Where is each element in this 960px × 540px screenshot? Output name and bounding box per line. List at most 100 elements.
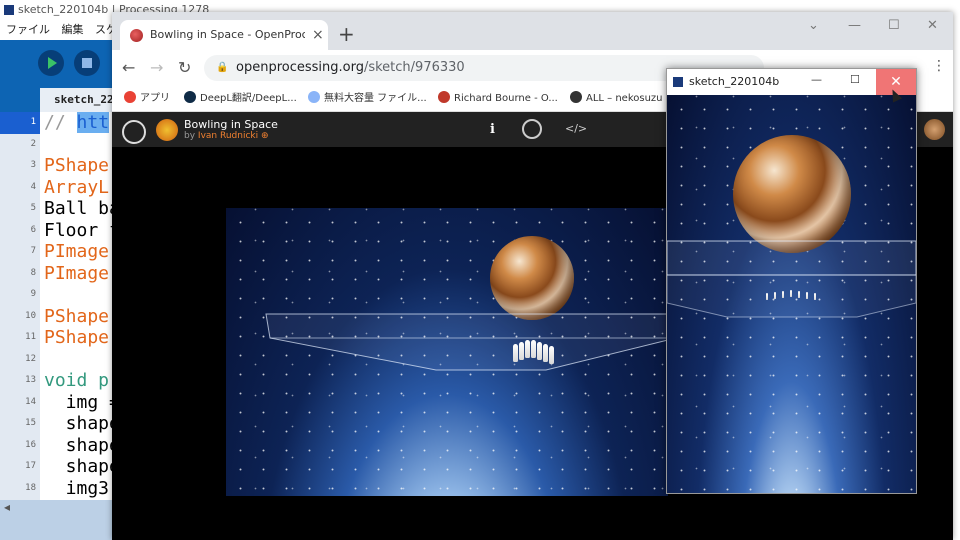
tab-strip: Bowling in Space - OpenProcessing × + ⌄ …	[112, 12, 953, 50]
author-link[interactable]: Ivan Rudnicki	[198, 131, 258, 141]
bookmark-item[interactable]: Richard Bourne - O...	[438, 86, 558, 112]
lock-icon[interactable]: 🔒	[216, 62, 228, 73]
line-number: 12	[25, 353, 36, 364]
bowling-pin	[525, 340, 530, 358]
author-avatar[interactable]	[156, 119, 178, 141]
ide-menu-bar: ファイル 編集 スケッチ	[0, 20, 139, 40]
openprocessing-logo-icon[interactable]	[122, 120, 146, 144]
stop-button[interactable]	[74, 50, 100, 76]
run-button[interactable]	[38, 50, 64, 76]
back-icon[interactable]: ←	[122, 58, 135, 77]
bowling-pin	[790, 290, 792, 297]
line-number: 6	[30, 224, 36, 235]
line-number: 10	[25, 310, 36, 321]
bookmark-item[interactable]: アプリ	[124, 86, 170, 112]
sketch-title: Bowling in Space	[184, 118, 278, 131]
scroll-left-arrow[interactable]: ◂	[4, 500, 10, 514]
bowling-pin	[543, 344, 548, 362]
code-line: PImage	[44, 262, 110, 284]
restart-sketch-icon[interactable]	[522, 119, 542, 139]
line-number: 13	[25, 375, 36, 385]
ide-toolbar	[0, 40, 120, 88]
sketch-canvas-browser[interactable]	[226, 208, 668, 496]
stop-icon	[82, 58, 92, 68]
bookmark-label: ALL – nekosuzu	[586, 93, 663, 104]
bowling-pin	[814, 293, 816, 300]
line-number: 5	[30, 203, 36, 213]
menu-dots-icon[interactable]: ⋮	[932, 58, 946, 74]
bookmark-item[interactable]: DeepL翻訳/DeepL...	[184, 86, 297, 112]
processing-sketch-window: sketch_220104b — ☐ ✕	[666, 68, 917, 494]
line-number: 8	[30, 267, 36, 278]
sketch-author-line: by Ivan Rudnicki ⊕	[184, 131, 269, 141]
openprocessing-favicon	[130, 29, 143, 42]
url-text[interactable]: openprocessing.org/sketch/976330	[236, 55, 465, 81]
line-number-gutter: 1 2 3 4 5 6 7 8 9 10 11 12 13 14 15 16 17 18	[0, 112, 40, 500]
menu-edit[interactable]: 編集	[62, 23, 84, 36]
forward-icon[interactable]: →	[150, 58, 163, 77]
code-line: PShape	[44, 155, 110, 176]
by-label: by	[184, 131, 196, 141]
line-number: 11	[25, 332, 36, 342]
minimize-button[interactable]: —	[848, 18, 861, 33]
line-number: 9	[30, 289, 36, 299]
code-editor[interactable]: // htt PShape ArrayL Ball ba Floor f PImage PI…	[40, 112, 120, 500]
code-line: img =	[44, 391, 120, 413]
browser-tab-active[interactable]: Bowling in Space - OpenProcessing ×	[120, 20, 328, 50]
reload-icon[interactable]: ↻	[178, 58, 191, 77]
bowling-pin	[519, 342, 524, 360]
code-line: shape	[44, 413, 120, 434]
bookmark-favicon-icon	[184, 91, 196, 103]
sketch-maximize-button[interactable]: ☐	[850, 73, 860, 86]
bookmark-label: 無料大容量 ファイル...	[324, 93, 427, 104]
url-path: /sketch/976330	[363, 60, 465, 75]
tab-search-icon[interactable]: ⌄	[808, 18, 819, 33]
code-line: PShape	[44, 327, 110, 348]
glass-lane-floor	[265, 313, 668, 371]
follow-plus-icon[interactable]: ⊕	[261, 131, 269, 141]
code-line: PImage	[44, 241, 110, 262]
bowling-pin	[766, 293, 768, 300]
line-number: 3	[30, 160, 36, 170]
code-line: shape	[44, 434, 120, 456]
line-number: 16	[25, 439, 36, 450]
code-line: shape	[44, 456, 120, 477]
bowling-pin	[774, 292, 776, 299]
maximize-button[interactable]: ☐	[888, 18, 900, 33]
code-view-icon[interactable]: </>	[565, 122, 587, 135]
code-line: void pr	[44, 370, 120, 391]
bookmark-item[interactable]: ALL – nekosuzu	[570, 86, 663, 112]
bowling-pin	[549, 346, 554, 364]
bowling-pin	[531, 340, 536, 358]
code-line: // htt	[44, 112, 110, 133]
code-line: Floor f	[44, 219, 120, 241]
sketch-canvas-window[interactable]	[667, 95, 916, 493]
bookmark-item[interactable]: 無料大容量 ファイル...	[308, 86, 427, 112]
line-number: 7	[30, 246, 36, 256]
bookmark-label: アプリ	[140, 93, 170, 104]
tab-title: Bowling in Space - OpenProcessing	[150, 28, 305, 41]
info-icon[interactable]: i	[490, 122, 495, 137]
user-avatar[interactable]	[924, 119, 945, 140]
ide-bottom-panel: ◂	[0, 500, 120, 540]
close-button[interactable]: ✕	[927, 18, 938, 33]
play-icon	[48, 57, 57, 69]
processing-app-icon	[673, 77, 683, 87]
bowling-pin	[782, 291, 784, 298]
processing-app-icon	[4, 5, 14, 15]
code-line: Ball ba	[44, 198, 120, 219]
bowling-pin	[806, 292, 808, 299]
line-number: 18	[25, 482, 36, 493]
bookmark-favicon-icon	[438, 91, 450, 103]
menu-file[interactable]: ファイル	[6, 23, 50, 36]
ide-tab-sketch[interactable]: sketch_22	[40, 88, 120, 112]
sketch-minimize-button[interactable]: —	[811, 73, 822, 86]
bowling-pin	[537, 342, 542, 360]
line-number: 1	[0, 112, 40, 134]
new-tab-button[interactable]: +	[338, 22, 355, 46]
tab-close-icon[interactable]: ×	[312, 27, 324, 43]
ide-tab-bar: sketch_22	[0, 88, 120, 112]
